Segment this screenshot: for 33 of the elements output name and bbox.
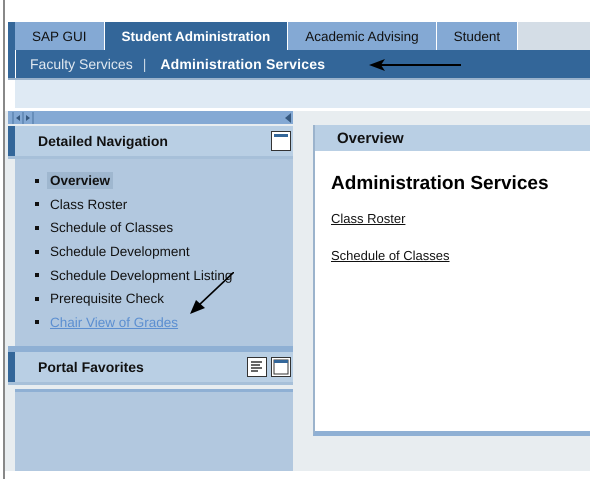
nav-item[interactable]: Schedule Development Listing [47, 266, 236, 284]
window-icon[interactable] [271, 357, 291, 378]
bullet-icon [35, 250, 39, 254]
sub-tab[interactable]: Administration Services [156, 56, 326, 72]
bullet-icon [35, 226, 39, 230]
panel-title: Overview [315, 125, 590, 151]
header-accent [8, 126, 15, 156]
top-tab[interactable]: Academic Advising [288, 22, 437, 50]
nav-item[interactable]: Schedule Development [47, 243, 193, 260]
content-link[interactable]: Schedule of Classes [331, 248, 450, 263]
collapse-arrow-icon[interactable] [285, 112, 291, 124]
bullet-icon [35, 178, 39, 183]
top-tab[interactable]: Student Administration [104, 22, 288, 50]
list-icon[interactable] [247, 357, 267, 378]
top-tab[interactable]: Student [436, 22, 518, 50]
nav-item[interactable]: Prerequisite Check [47, 290, 168, 308]
header-accent [8, 352, 15, 382]
nav-item[interactable]: Class Roster [47, 196, 130, 213]
separator: | [142, 56, 146, 72]
bullet-icon [35, 273, 39, 278]
arrow [190, 272, 234, 314]
bullet-icon [35, 202, 39, 206]
top-tab[interactable]: SAP GUI [15, 22, 105, 50]
nav-item[interactable]: Schedule of Classes [47, 219, 176, 236]
page-heading: Administration Services [331, 173, 549, 195]
content-link[interactable]: Class Roster [331, 211, 406, 226]
panel-title: Portal Favorites [37, 359, 145, 376]
nav-item[interactable]: Overview [47, 172, 114, 190]
bullet-icon [35, 296, 39, 301]
panel-title: Detailed Navigation [37, 133, 169, 149]
bullet-icon [35, 320, 39, 324]
minimize-icon[interactable] [271, 131, 291, 151]
sub-tab[interactable]: Faculty Services [26, 56, 133, 72]
